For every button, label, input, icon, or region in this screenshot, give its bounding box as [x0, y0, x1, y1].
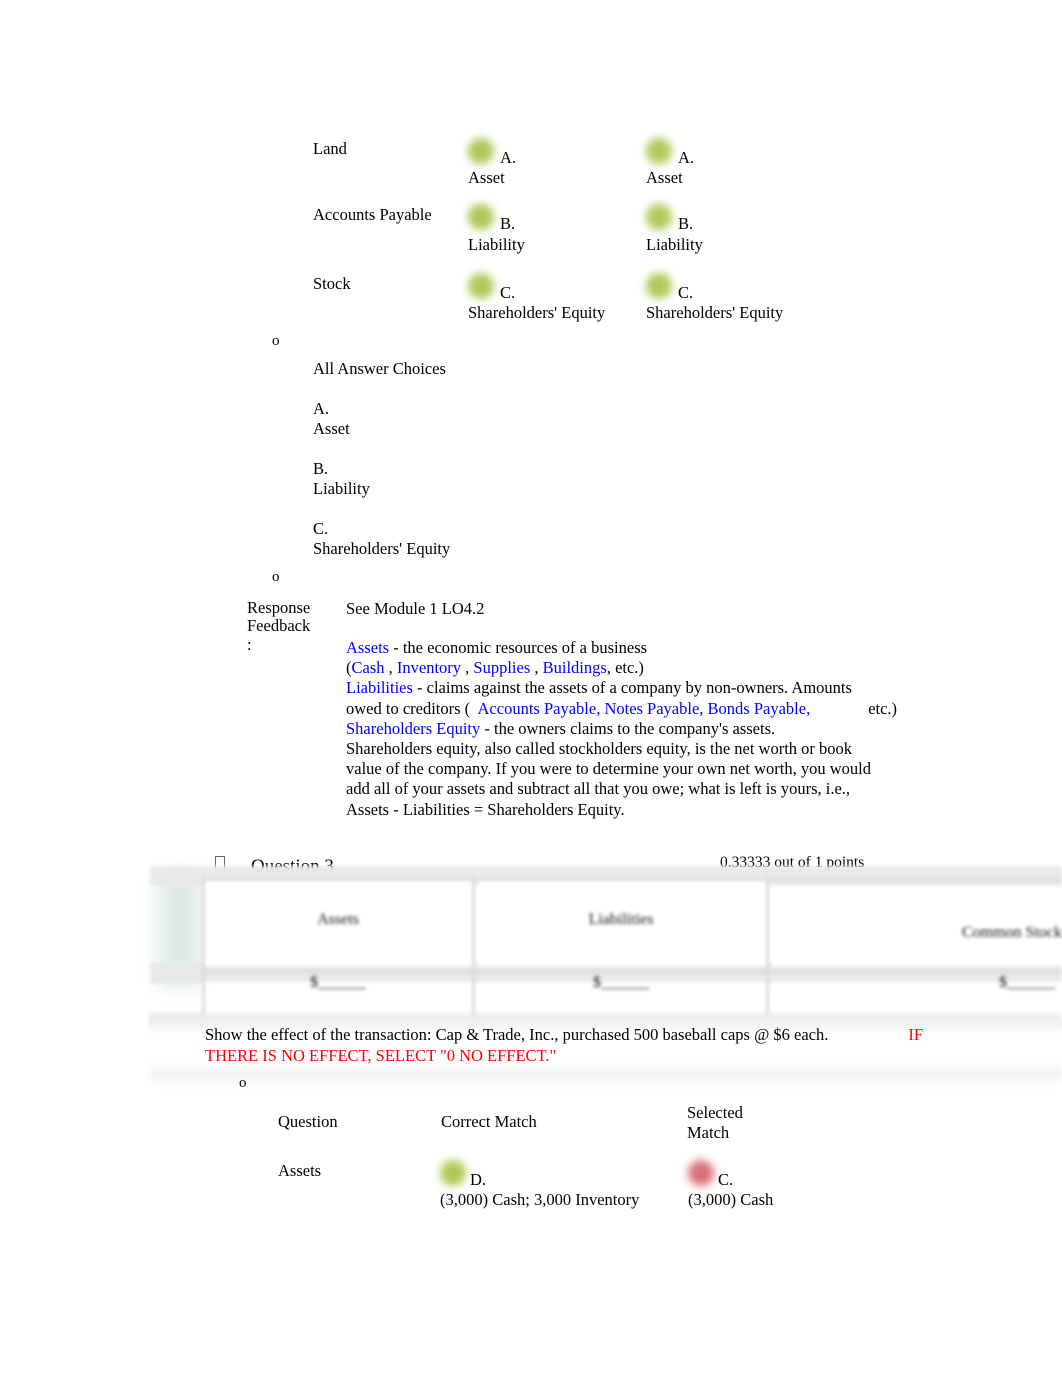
table-header-liabilities: Liabilities	[588, 911, 654, 928]
green-dot-icon	[646, 273, 672, 299]
table-value-liabilities: $______	[593, 974, 649, 991]
correct-match-text-row3: Shareholders' Equity	[468, 303, 606, 322]
equity-body-line1: Shareholders equity, also called stockho…	[346, 739, 853, 759]
selected-match-letter-row1: A.	[678, 148, 695, 167]
green-dot-icon	[468, 138, 494, 164]
shareholders-equity-term: Shareholders Equity	[346, 718, 481, 738]
answer-choice-text-b: Liability	[313, 479, 370, 498]
table-border-horizontal	[202, 878, 1062, 881]
question3-table: Assets Liabilities Common Stock $______ …	[150, 866, 1062, 1028]
liabilities-term: Liabilities	[346, 678, 413, 698]
example-cash: Cash	[351, 658, 385, 678]
selected-match-text-row3: Shareholders' Equity	[646, 303, 784, 322]
table-border-vertical	[766, 876, 769, 1026]
liabilities-examples: Accounts Payable, Notes Payable, Bonds P…	[477, 698, 811, 718]
match-term-accounts-payable: Accounts Payable	[313, 205, 432, 224]
liabilities-definition: - claims against the assets of a company…	[412, 678, 852, 698]
assets-definition: - the economic resources of a business	[389, 638, 648, 657]
response-feedback-body: Assets - the economic resources of a bus…	[346, 638, 898, 819]
answer-choice-text-c: Shareholders' Equity	[313, 539, 451, 558]
response-feedback-label-line2: Feedback	[247, 616, 311, 635]
answer-choice-text-a: Asset	[313, 419, 350, 438]
example-inventory: Inventory	[396, 658, 462, 678]
list-bullet-marker: o	[272, 569, 280, 585]
match-term-stock: Stock	[313, 274, 351, 293]
green-dot-icon	[468, 273, 494, 299]
table-header-assets: Assets	[317, 911, 359, 928]
grid-selected-text: (3,000) Cash	[688, 1190, 774, 1209]
grid-column-header-correct-match: Correct Match	[441, 1112, 537, 1131]
no-effect-warning-line2: THERE IS NO EFFECT, SELECT "0 NO EFFECT.…	[205, 1046, 557, 1065]
grid-column-header-selected-match-line1: Selected	[687, 1103, 743, 1122]
table-value-assets: $______	[310, 974, 366, 991]
response-feedback-label-colon: :	[247, 635, 252, 654]
answer-choice-letter-b: B.	[313, 459, 329, 478]
all-answer-choices-heading: All Answer Choices	[313, 359, 446, 378]
equity-body-line3: add all of your assets and subtract all …	[346, 779, 851, 799]
example-supplies: Supplies	[473, 658, 531, 678]
liabilities-line2-prefix: owed to creditors (	[346, 698, 471, 718]
correct-match-text-row1: Asset	[468, 168, 505, 187]
selected-match-text-row1: Asset	[646, 168, 683, 187]
grid-row-question-assets: Assets	[278, 1161, 322, 1180]
selected-match-letter-row2: B.	[678, 214, 694, 233]
table-value-common-stock: $______	[999, 974, 1055, 991]
example-buildings: Buildings	[542, 658, 607, 678]
correct-match-letter-row2: B.	[500, 214, 516, 233]
list-bullet-marker: o	[272, 333, 280, 349]
transaction-statement-text: Show the effect of the transaction: Cap …	[205, 1025, 829, 1044]
grid-correct-letter: D.	[470, 1170, 487, 1189]
transaction-statement-line1: Show the effect of the transaction: Cap …	[205, 1025, 923, 1046]
selected-match-letter-row3: C.	[678, 283, 694, 302]
green-dot-icon	[646, 204, 672, 230]
liabilities-line2-suffix: etc.)	[868, 698, 898, 718]
green-dot-icon	[468, 204, 494, 230]
table-border-vertical	[472, 876, 475, 1026]
answer-choice-letter-a: A.	[313, 399, 330, 418]
equity-body-line4: Assets - Liabilities = Shareholders Equi…	[346, 799, 625, 819]
shareholders-equity-definition: - the owners claims to the company's ass…	[480, 718, 776, 738]
correct-match-text-row2: Liability	[468, 235, 525, 254]
list-bullet-marker: o	[239, 1075, 247, 1091]
response-feedback-label-line1: Response	[247, 598, 311, 617]
equity-body-line2: value of the company. If you were to det…	[346, 759, 871, 779]
grid-selected-letter: C.	[718, 1170, 734, 1189]
green-dot-icon	[440, 1160, 466, 1186]
table-header-common-stock: Common Stock	[961, 924, 1062, 941]
correct-match-letter-row3: C.	[500, 283, 516, 302]
assets-term: Assets	[346, 638, 390, 657]
selected-match-text-row2: Liability	[646, 235, 703, 254]
grid-correct-text: (3,000) Cash; 3,000 Inventory	[440, 1190, 640, 1209]
no-effect-warning-inline: IF	[908, 1025, 924, 1044]
response-feedback-reference: See Module 1 LO4.2	[346, 599, 485, 618]
green-dot-icon	[646, 138, 672, 164]
correct-match-letter-row1: A.	[500, 148, 517, 167]
answer-choice-letter-c: C.	[313, 519, 329, 538]
match-term-land: Land	[313, 139, 347, 158]
grid-column-header-selected-match-line2: Match	[687, 1123, 730, 1142]
red-dot-icon	[688, 1160, 714, 1186]
grid-column-header-question: Question	[278, 1112, 338, 1131]
document-page: Land A. Asset A. Asset Accounts Payable …	[0, 0, 1062, 1376]
table-border-vertical	[202, 876, 205, 1026]
assets-examples-close: , etc.)	[606, 658, 644, 678]
